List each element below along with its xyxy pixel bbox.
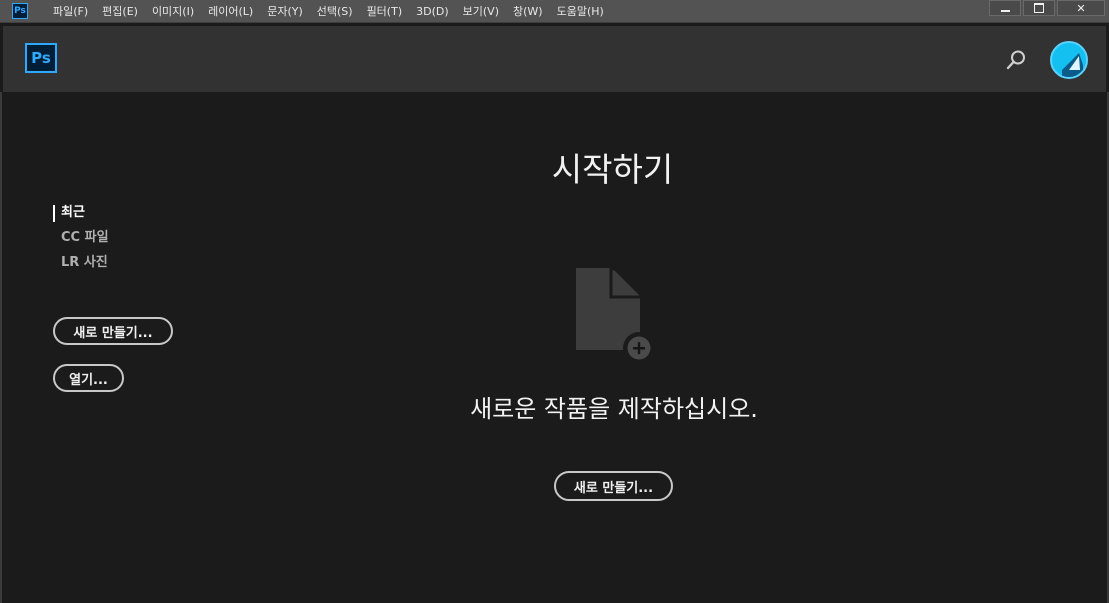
photoshop-logo: Ps [25, 43, 57, 73]
maximize-icon [1034, 3, 1044, 13]
sidebar-open-button[interactable]: 열기... [53, 364, 124, 392]
maximize-button[interactable] [1023, 0, 1055, 16]
menu-help[interactable]: 도움말(H) [550, 3, 611, 19]
menu-file[interactable]: 파일(F) [46, 3, 95, 19]
search-icon[interactable] [1005, 49, 1027, 71]
menu-3d[interactable]: 3D(D) [409, 5, 456, 18]
app-icon[interactable]: Ps [12, 3, 28, 19]
avatar[interactable] [1050, 41, 1088, 79]
menu-select[interactable]: 선택(S) [310, 3, 360, 19]
sidebar-item-cc-files[interactable]: CC 파일 [53, 228, 109, 253]
minimize-icon [1000, 9, 1010, 12]
menu-layer[interactable]: 레이어(L) [201, 3, 260, 19]
sidebar-item-lr-photos[interactable]: LR 사진 [53, 253, 109, 278]
menu-type[interactable]: 문자(Y) [260, 3, 310, 19]
minimize-button[interactable] [989, 0, 1021, 16]
menu-bar: Ps 파일(F) 편집(E) 이미지(I) 레이어(L) 문자(Y) 선택(S)… [0, 0, 1109, 23]
sidebar-new-button[interactable]: 새로 만들기... [53, 317, 173, 345]
create-new-message: 새로운 작품을 제작하십시오. [470, 395, 758, 423]
menu-view[interactable]: 보기(V) [456, 3, 506, 19]
menu-filter[interactable]: 필터(T) [360, 3, 410, 19]
home-header: Ps [3, 26, 1106, 92]
close-icon: ✕ [1076, 1, 1086, 15]
avatar-icon [1062, 53, 1083, 77]
menu-image[interactable]: 이미지(I) [145, 3, 201, 19]
main-new-button[interactable]: 새로 만들기... [554, 471, 673, 501]
close-button[interactable]: ✕ [1057, 0, 1105, 16]
sidebar-nav: 최근 CC 파일 LR 사진 [53, 203, 109, 278]
menu-window[interactable]: 창(W) [506, 3, 550, 19]
window-controls: ✕ [987, 0, 1109, 18]
menu-edit[interactable]: 편집(E) [95, 3, 145, 19]
new-document-icon [576, 268, 655, 364]
page-title: 시작하기 [551, 150, 674, 189]
sidebar-item-recent[interactable]: 최근 [53, 203, 109, 228]
